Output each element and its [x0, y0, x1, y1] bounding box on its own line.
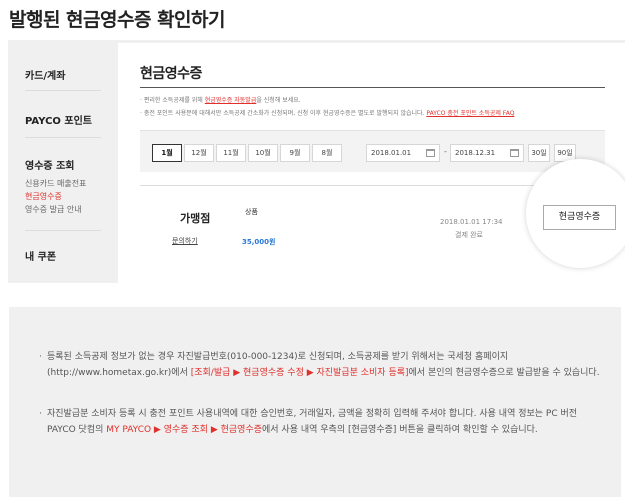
- page-title: 발행된 현금영수증 확인하기: [9, 9, 226, 31]
- sidebar-divider: [25, 90, 101, 91]
- sidebar: 카드/계좌 PAYCO 포인트 영수증 조회 신용카드 매출전표 현금영수증 영…: [8, 40, 118, 283]
- info-text: 에서 사용 내역 우측의 [현금영수증] 버튼을 클릭하여 확인할 수 있습니다…: [262, 425, 538, 435]
- calendar-icon[interactable]: [510, 149, 519, 157]
- bullet-dot: ·: [39, 352, 42, 362]
- screenshot-panel: 카드/계좌 PAYCO 포인트 영수증 조회 신용카드 매출전표 현금영수증 영…: [8, 40, 625, 283]
- calendar-icon[interactable]: [426, 149, 435, 157]
- cash-receipt-button[interactable]: 현금영수증: [543, 205, 616, 230]
- main-content: 현금영수증 · 편리한 소득공제를 위해 현금영수증 자동발급을 신청해 보세요…: [118, 43, 625, 283]
- note-point-deduction: · 충전 포인트 사용분에 대해서만 소득공제 간소화가 신청되며, 신청 이후…: [140, 108, 514, 117]
- filter-bar: 1월 12월 11월 10월 9월 8월 2018.01.01 - 2018.1…: [140, 130, 605, 172]
- month-button-jan[interactable]: 1월: [152, 144, 182, 162]
- sidebar-item-my-coupon[interactable]: 내 쿠폰: [25, 248, 56, 263]
- inquire-link[interactable]: 문의하기: [172, 236, 198, 246]
- content-title: 현금영수증: [140, 66, 202, 82]
- faq-link[interactable]: PAYCO 충전 포인트 소득공제 FAQ: [426, 110, 514, 117]
- end-date-value: 2018.12.31: [455, 149, 496, 157]
- note-text: · 충전 포인트 사용분에 대해서만 소득공제 간소화가 신청되며, 신청 이후…: [140, 110, 427, 117]
- sidebar-sub-card-slip[interactable]: 신용카드 매출전표: [25, 178, 86, 189]
- sidebar-sub-receipt-guide[interactable]: 영수증 발급 안내: [25, 204, 82, 215]
- info-highlight: [조회/발급 ▶ 현금영수증 수정 ▶ 자진발급분 소비자 등록]: [190, 368, 409, 378]
- title-divider: [140, 87, 605, 88]
- payment-status: 결제 완료: [455, 231, 483, 239]
- note-auto-issue: · 편리한 소득공제를 위해 현금영수증 자동발급을 신청해 보세요.: [140, 95, 301, 104]
- end-date-field[interactable]: 2018.12.31: [450, 144, 524, 162]
- info-box: · 등록된 소득공제 정보가 없는 경우 자진발급번호(010-000-1234)…: [9, 307, 621, 497]
- month-button-aug[interactable]: 8월: [312, 144, 342, 162]
- start-date-value: 2018.01.01: [371, 149, 412, 157]
- start-date-field[interactable]: 2018.01.01: [366, 144, 440, 162]
- bullet-dot: ·: [39, 409, 42, 419]
- sidebar-divider: [25, 230, 101, 231]
- sidebar-item-card-account[interactable]: 카드/계좌: [25, 67, 65, 82]
- month-button-dec[interactable]: 12월: [184, 144, 214, 162]
- month-button-sep[interactable]: 9월: [280, 144, 310, 162]
- sidebar-divider: [25, 137, 101, 138]
- sidebar-item-payco-point[interactable]: PAYCO 포인트: [25, 112, 92, 127]
- goods-label: 상품: [245, 208, 258, 216]
- amount-value: 35,000원: [242, 238, 276, 246]
- info-text: 에서 본인의 현금영수증으로 발급받을 수 있습니다.: [408, 368, 600, 378]
- info-highlight: MY PAYCO ▶ 영수증 조회 ▶ 현금영수증: [106, 425, 263, 435]
- month-button-oct[interactable]: 10월: [248, 144, 278, 162]
- note-text: · 편리한 소득공제를 위해: [140, 97, 205, 104]
- auto-issue-link[interactable]: 현금영수증 자동발급: [205, 97, 257, 104]
- sidebar-sub-cash-receipt[interactable]: 현금영수증: [25, 191, 62, 202]
- payment-datetime: 2018.01.01 17:34: [440, 218, 503, 226]
- info-bullet-2: · 자진발급분 소비자 등록 시 충전 포인트 사용내역에 대한 승인번호, 거래…: [39, 406, 607, 438]
- month-button-nov[interactable]: 11월: [216, 144, 246, 162]
- merchant-label: 가맹점: [180, 212, 211, 225]
- note-text: 을 신청해 보세요.: [256, 97, 301, 104]
- info-bullet-1: · 등록된 소득공제 정보가 없는 경우 자진발급번호(010-000-1234)…: [39, 349, 607, 381]
- date-separator: -: [444, 147, 447, 156]
- range-button-30d[interactable]: 30일: [528, 144, 550, 162]
- sidebar-item-receipt-lookup[interactable]: 영수증 조회: [25, 157, 74, 172]
